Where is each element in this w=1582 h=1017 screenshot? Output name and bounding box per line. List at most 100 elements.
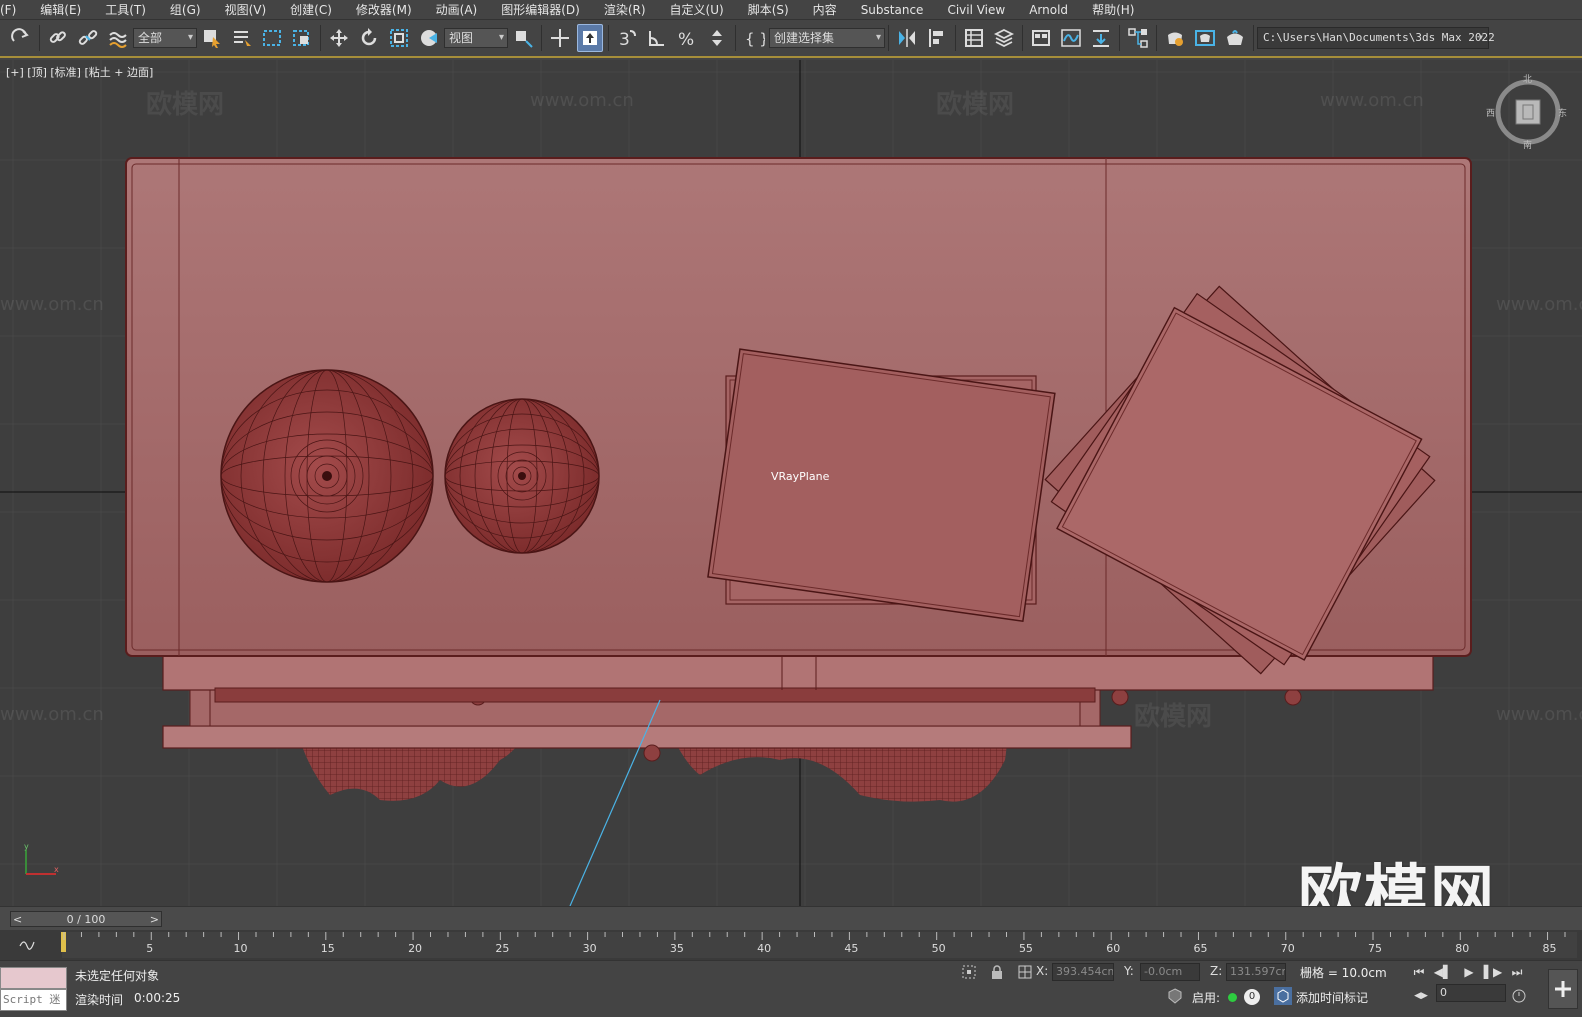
selection-filter-dropdown[interactable]: 全部 xyxy=(133,28,197,48)
align-icon[interactable] xyxy=(924,24,950,52)
menu-bar: (F) 编辑(E) 工具(T) 组(G) 视图(V) 创建(C) 修改器(M) 动画(A) 图形… xyxy=(0,0,1582,20)
play-icon[interactable]: ▶ xyxy=(1458,963,1480,981)
enable-label: 启用: xyxy=(1192,991,1221,1005)
time-slider[interactable]: < 0 / 100 > xyxy=(0,906,1582,930)
track-tick-label: 10 xyxy=(234,942,248,955)
angle-snap-icon[interactable] xyxy=(644,24,670,52)
snap-3d-icon[interactable]: 3 xyxy=(614,24,640,52)
viewcube-north[interactable]: 北 xyxy=(1523,72,1532,85)
select-object-icon[interactable] xyxy=(199,24,225,52)
track-tick-label: 85 xyxy=(1543,942,1557,955)
menu-item[interactable]: 编辑(E) xyxy=(30,0,95,20)
bowl-large[interactable] xyxy=(220,369,434,583)
prev-frame-icon[interactable]: ◀︎▌ xyxy=(1432,963,1454,981)
placement-icon[interactable] xyxy=(416,24,442,52)
rotate-icon[interactable] xyxy=(356,24,382,52)
adaptive-degradation-icon[interactable] xyxy=(1166,987,1184,1005)
key-mode-icon[interactable]: ◀▶ xyxy=(1410,987,1432,1005)
project-path-dropdown[interactable]: C:\Users\Han\Documents\3ds Max 2022 xyxy=(1257,27,1495,49)
scale-icon[interactable] xyxy=(386,24,412,52)
named-selection-dropdown[interactable]: 创建选择集 xyxy=(769,28,885,48)
bowl-small[interactable] xyxy=(444,398,600,554)
keyboard-shortcut-override-icon[interactable] xyxy=(577,24,603,52)
top-viewport[interactable]: 欧模网 www.om.cn 欧模网 www.om.cn www.om.cn 欧模… xyxy=(0,60,1582,906)
link-icon[interactable] xyxy=(45,24,71,52)
render-time-label: 渲染时间 xyxy=(75,993,124,1007)
menu-item[interactable]: 修改器(M) xyxy=(346,0,426,20)
scene-model[interactable] xyxy=(0,60,1582,906)
menu-item[interactable]: Arnold xyxy=(1019,0,1082,20)
schematic-icon[interactable] xyxy=(1125,24,1151,52)
viewcube-south[interactable]: 南 xyxy=(1523,138,1532,151)
curve-editor-icon[interactable] xyxy=(1058,24,1084,52)
menu-item[interactable]: 创建(C) xyxy=(280,0,346,20)
rect-selection-icon[interactable] xyxy=(259,24,285,52)
menu-item[interactable]: Civil View xyxy=(937,0,1019,20)
main-toolbar: 全部 视图 3 % { } 创建选择集 C:\Users\Han\Documen… xyxy=(0,20,1582,58)
maxscript-listener[interactable]: Script 迷 xyxy=(0,967,67,1011)
pivot-icon[interactable] xyxy=(510,24,536,52)
reference-coordinate-dropdown[interactable]: 视图 xyxy=(444,28,508,48)
viewport-layouts-plus-icon[interactable] xyxy=(1548,969,1578,1009)
menu-item[interactable]: 组(G) xyxy=(160,0,215,20)
window-crossing-icon[interactable] xyxy=(289,24,315,52)
svg-text:{ }: { } xyxy=(745,30,765,48)
mirror-icon[interactable] xyxy=(894,24,920,52)
time-slider-thumb[interactable]: < 0 / 100 > xyxy=(10,911,162,927)
time-tag-icon[interactable] xyxy=(1274,987,1292,1005)
select-manipulate-icon[interactable] xyxy=(547,24,573,52)
y-coordinate-field[interactable]: -0.0cm xyxy=(1140,963,1200,981)
time-prev-button[interactable]: < xyxy=(13,913,22,926)
viewcube[interactable]: 北 南 东 西 xyxy=(1486,75,1567,151)
menu-item[interactable]: 帮助(H) xyxy=(1082,0,1148,20)
viewcube-west[interactable]: 西 xyxy=(1486,106,1495,119)
track-bar[interactable]: 5 10 15 20 25 30 35 40 45 50 55 60 65 70 75 80 85 xyxy=(0,930,1582,960)
ribbon-icon[interactable] xyxy=(1028,24,1054,52)
render-frame-icon[interactable] xyxy=(1192,24,1218,52)
goto-end-icon[interactable]: ⏭ xyxy=(1506,963,1528,981)
maxscript-output[interactable] xyxy=(0,967,67,989)
menu-item[interactable]: 脚本(S) xyxy=(738,0,803,20)
menu-item[interactable]: 视图(V) xyxy=(215,0,281,20)
menu-item[interactable]: 图形编辑器(D) xyxy=(491,0,594,20)
menu-item[interactable]: 内容 xyxy=(803,0,851,20)
percent-snap-icon[interactable]: % xyxy=(674,24,700,52)
scene-explorer-icon[interactable] xyxy=(961,24,987,52)
goto-start-icon[interactable]: ⏮ xyxy=(1408,963,1430,981)
z-coordinate-field[interactable]: 131.597cm xyxy=(1226,963,1286,981)
drawer-band[interactable] xyxy=(162,655,1434,691)
render-setup-icon[interactable] xyxy=(1162,24,1188,52)
current-frame-field[interactable]: 0 xyxy=(1436,984,1506,1002)
track-tick-label: 30 xyxy=(583,942,597,955)
viewcube-east[interactable]: 东 xyxy=(1558,106,1567,119)
edit-named-sets-icon[interactable]: { } xyxy=(741,24,767,52)
layer-explorer-icon[interactable] xyxy=(991,24,1017,52)
viewport-label[interactable]: [+] [顶] [标准] [粘土 + 边面] xyxy=(6,64,153,80)
menu-item[interactable]: 动画(A) xyxy=(426,0,492,20)
dope-sheet-icon[interactable] xyxy=(1088,24,1114,52)
x-coordinate-field[interactable]: 393.454cm xyxy=(1052,963,1114,981)
unlink-icon[interactable] xyxy=(75,24,101,52)
time-config-icon[interactable] xyxy=(1510,987,1528,1005)
book-stack-center[interactable] xyxy=(707,348,1056,623)
redo-icon[interactable] xyxy=(8,24,34,52)
move-icon[interactable] xyxy=(326,24,352,52)
render-icon[interactable] xyxy=(1222,24,1248,52)
time-next-button[interactable]: > xyxy=(150,913,159,926)
next-frame-icon[interactable]: ▌▶︎ xyxy=(1482,963,1504,981)
add-time-tag[interactable]: 添加时间标记 xyxy=(1296,989,1368,1006)
menu-item[interactable]: 工具(T) xyxy=(95,0,160,20)
absolute-mode-icon[interactable] xyxy=(1016,963,1034,981)
menu-item[interactable]: Substance xyxy=(851,0,938,20)
select-by-name-icon[interactable] xyxy=(229,24,255,52)
status-bar: Script 迷 未选定任何对象 渲染时间 0:00:25 X: 393.454… xyxy=(0,960,1582,1017)
maxscript-input[interactable]: Script 迷 xyxy=(0,989,67,1011)
isolate-selection-icon[interactable] xyxy=(960,963,978,981)
bind-spacewarp-icon[interactable] xyxy=(105,24,131,52)
spinner-snap-icon[interactable] xyxy=(704,24,730,52)
selection-lock-icon[interactable] xyxy=(988,963,1006,981)
menu-item[interactable]: (F) xyxy=(0,0,30,20)
track-tick-label: 25 xyxy=(495,942,509,955)
menu-item[interactable]: 渲染(R) xyxy=(594,0,660,20)
menu-item[interactable]: 自定义(U) xyxy=(660,0,738,20)
